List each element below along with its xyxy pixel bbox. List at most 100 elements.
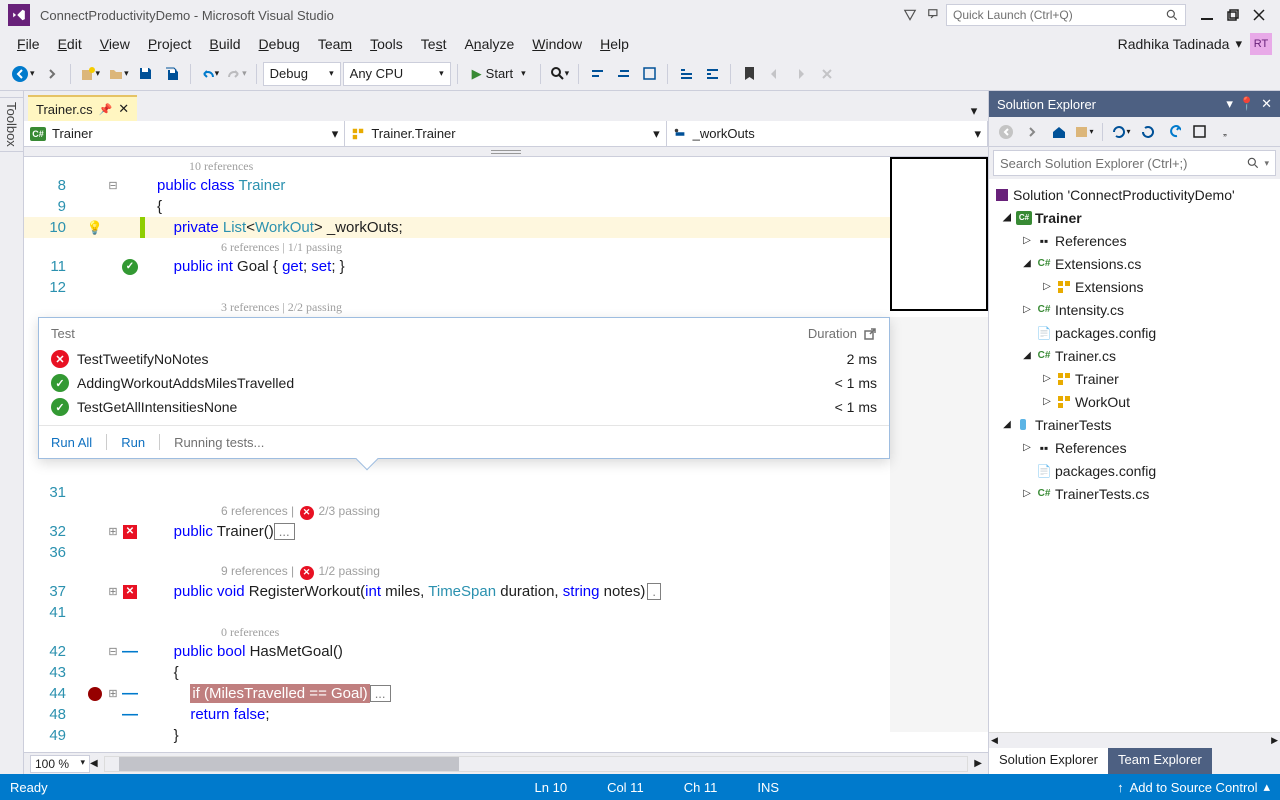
uncomment-button[interactable] — [700, 62, 724, 86]
menu-test[interactable]: Test — [412, 32, 456, 56]
nav-project-combo[interactable]: C#Trainer▾ — [24, 121, 345, 146]
maximize-button[interactable] — [1220, 4, 1246, 26]
se-properties-button[interactable] — [1188, 121, 1210, 143]
code-editor[interactable]: 10 references 8⊟public class Trainer 9{ … — [24, 157, 988, 752]
tab-team-explorer[interactable]: Team Explorer — [1108, 748, 1212, 774]
horizontal-scrollbar[interactable] — [104, 756, 969, 772]
menu-window[interactable]: Window — [523, 32, 591, 56]
save-all-button[interactable] — [160, 62, 184, 86]
menu-analyze[interactable]: Analyze — [455, 32, 523, 56]
doc-tab-overflow[interactable]: ▾ — [964, 101, 984, 121]
close-button[interactable] — [1246, 4, 1272, 26]
popout-icon[interactable] — [863, 327, 877, 341]
new-project-button[interactable]: ▾ — [77, 62, 104, 86]
menu-edit[interactable]: Edit — [49, 32, 91, 56]
quick-launch-input[interactable]: Quick Launch (Ctrl+Q) — [946, 4, 1186, 26]
menu-help[interactable]: Help — [591, 32, 638, 56]
pin-icon[interactable]: 📌 — [99, 103, 113, 116]
user-dropdown-icon[interactable]: ▾ — [1235, 36, 1242, 52]
codelens-42[interactable]: 0 references — [145, 625, 279, 640]
file-trainer-cs[interactable]: Trainer.cs — [1055, 348, 1116, 364]
project-trainer[interactable]: Trainer — [1035, 210, 1082, 226]
run-all-link[interactable]: Run All — [51, 435, 92, 450]
file-intensity-cs[interactable]: Intensity.cs — [1055, 302, 1124, 318]
panel-pin-icon[interactable]: 📍 — [1239, 96, 1255, 112]
user-avatar[interactable]: RT — [1250, 33, 1272, 55]
test-row[interactable]: ✓TestGetAllIntensitiesNone< 1 ms — [39, 395, 889, 419]
find-button[interactable]: ▾ — [547, 62, 573, 86]
redo-button[interactable]: ▾ — [224, 62, 250, 86]
codelens-13[interactable]: 3 references | 2/2 passing — [145, 300, 342, 315]
open-button[interactable]: ▾ — [105, 62, 132, 86]
menu-file[interactable]: File — [8, 32, 49, 56]
file-extensions-cs[interactable]: Extensions.cs — [1055, 256, 1141, 272]
class-trainer[interactable]: Trainer — [1075, 371, 1119, 387]
file-trainertests-cs[interactable]: TrainerTests.cs — [1055, 486, 1149, 502]
editor-splitter[interactable] — [24, 147, 988, 157]
save-button[interactable] — [134, 62, 158, 86]
step-button-2[interactable] — [611, 62, 635, 86]
doc-tab-trainer[interactable]: Trainer.cs 📌 ✕ — [28, 95, 137, 121]
nav-back-button[interactable]: ▾ — [8, 62, 38, 86]
notifications-icon[interactable] — [898, 4, 922, 26]
test-row[interactable]: ✓AddingWorkoutAddsMilesTravelled< 1 ms — [39, 371, 889, 395]
signed-in-user[interactable]: Radhika Tadinada — [1118, 36, 1230, 52]
se-more-button[interactable]: „ — [1214, 121, 1236, 143]
solution-explorer-search[interactable]: Search Solution Explorer (Ctrl+;) ▾ — [993, 150, 1276, 176]
undo-button[interactable]: ▾ — [197, 62, 223, 86]
comment-button[interactable] — [674, 62, 698, 86]
step-button-3[interactable] — [637, 62, 661, 86]
se-back-button[interactable] — [995, 121, 1017, 143]
code-overview-map[interactable] — [890, 157, 988, 311]
panel-menu-icon[interactable]: ▾ — [1226, 96, 1233, 112]
zoom-combo[interactable]: 100 %▾ — [30, 755, 90, 773]
prev-bookmark-button[interactable] — [763, 62, 787, 86]
source-control-button[interactable]: Add to Source Control — [1130, 780, 1258, 795]
bookmark-button[interactable] — [737, 62, 761, 86]
start-debug-button[interactable]: ▶Start▾ — [464, 62, 534, 86]
menu-view[interactable]: View — [91, 32, 139, 56]
toolbox-panel-tab[interactable]: Toolbox — [0, 91, 24, 774]
lightbulb-icon[interactable]: 💡 — [87, 220, 103, 236]
project-trainertests[interactable]: TrainerTests — [1035, 417, 1112, 433]
codelens-32[interactable]: 6 references | ✕ 2/3 passing — [145, 504, 380, 519]
menu-tools[interactable]: Tools — [361, 32, 412, 56]
se-collapse-button[interactable] — [1136, 121, 1158, 143]
menu-debug[interactable]: Debug — [250, 32, 309, 56]
se-refresh-button[interactable]: ▾ — [1110, 121, 1132, 143]
nav-class-combo[interactable]: Trainer.Trainer▾ — [345, 121, 666, 146]
minimize-button[interactable] — [1194, 4, 1220, 26]
codelens-11[interactable]: 6 references | 1/1 passing — [145, 240, 342, 255]
references-node-2[interactable]: References — [1055, 440, 1127, 456]
menu-team[interactable]: Team — [309, 32, 361, 56]
se-showall-button[interactable] — [1162, 121, 1184, 143]
next-bookmark-button[interactable] — [789, 62, 813, 86]
platform-combo[interactable]: Any CPU▾ — [343, 62, 451, 86]
step-button-1[interactable] — [585, 62, 609, 86]
se-horizontal-scrollbar[interactable]: ◀▶ — [989, 732, 1280, 748]
file-packages-2[interactable]: packages.config — [1055, 463, 1156, 479]
se-home-button[interactable] — [1047, 121, 1069, 143]
se-sync-button[interactable]: ▾ — [1073, 121, 1095, 143]
vertical-scrollbar[interactable] — [890, 317, 988, 732]
codelens-8[interactable]: 10 references — [145, 159, 253, 174]
codelens-37[interactable]: 9 references | ✕ 1/2 passing — [145, 564, 380, 579]
clear-bookmark-button[interactable] — [815, 62, 839, 86]
class-extensions[interactable]: Extensions — [1075, 279, 1143, 295]
feedback-icon[interactable] — [922, 4, 946, 26]
tab-solution-explorer[interactable]: Solution Explorer — [989, 748, 1108, 774]
close-tab-icon[interactable]: ✕ — [118, 101, 129, 117]
nav-fwd-button[interactable] — [40, 62, 64, 86]
solution-node[interactable]: Solution 'ConnectProductivityDemo' — [1013, 187, 1235, 203]
references-node[interactable]: References — [1055, 233, 1127, 249]
run-link[interactable]: Run — [121, 435, 145, 450]
class-workout[interactable]: WorkOut — [1075, 394, 1130, 410]
file-packages[interactable]: packages.config — [1055, 325, 1156, 341]
menu-project[interactable]: Project — [139, 32, 201, 56]
se-fwd-button[interactable] — [1021, 121, 1043, 143]
panel-close-icon[interactable]: ✕ — [1261, 96, 1272, 112]
menu-build[interactable]: Build — [200, 32, 249, 56]
nav-member-combo[interactable]: _workOuts▾ — [667, 121, 988, 146]
breakpoint-icon[interactable] — [88, 687, 102, 701]
solution-tree[interactable]: Solution 'ConnectProductivityDemo' ◢C#Tr… — [989, 179, 1280, 732]
